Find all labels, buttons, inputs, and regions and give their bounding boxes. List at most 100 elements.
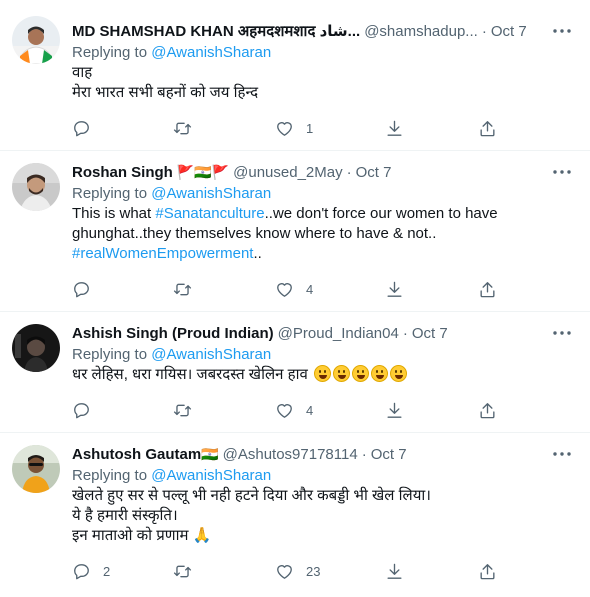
tweet-date[interactable]: Oct 7 — [356, 164, 392, 181]
mention-link[interactable]: @AwanishSharan — [151, 44, 271, 61]
tweet-text: धर लेहिस, धरा गयिस। जबरदस्त खेलिन हाव — [72, 365, 578, 385]
grinning-face-emoji — [314, 365, 331, 382]
replying-to: Replying to @AwanishSharan — [72, 344, 578, 365]
tweet[interactable]: Roshan Singh 🚩🇮🇳🚩 @unused_2May · Oct 7 R… — [0, 151, 590, 312]
emoji-group — [312, 365, 407, 383]
share-button[interactable] — [478, 116, 497, 140]
text-segment: .. — [253, 245, 262, 262]
replying-to: Replying to @AwanishSharan — [72, 465, 578, 486]
author-name[interactable]: Ashutosh Gautam — [72, 446, 201, 463]
share-button[interactable] — [478, 277, 497, 301]
share-button[interactable] — [478, 398, 497, 422]
separator-dot: · — [481, 22, 487, 40]
tweet-text: This is what #Sanatanculture..we don't f… — [72, 204, 578, 264]
tweet-actions: 2 23 — [72, 559, 590, 583]
replying-prefix: Replying to — [72, 185, 152, 202]
share-icon — [480, 402, 495, 418]
avatar[interactable] — [12, 163, 60, 211]
share-icon — [480, 120, 495, 136]
reply-button[interactable]: 2 — [72, 559, 110, 583]
mention-link[interactable]: @AwanishSharan — [151, 467, 271, 484]
heart-icon — [277, 564, 292, 579]
retweet-icon — [173, 565, 192, 577]
like-count: 4 — [306, 281, 314, 297]
more-horizontal-icon[interactable] — [552, 445, 572, 463]
download-button[interactable] — [385, 559, 404, 583]
download-button[interactable] — [385, 277, 404, 301]
author-name[interactable]: Ashish Singh (Proud Indian) — [72, 325, 274, 342]
author-handle[interactable]: @unused_2May — [233, 164, 342, 181]
replying-to: Replying to @AwanishSharan — [72, 42, 578, 63]
more-horizontal-icon[interactable] — [552, 324, 572, 342]
retweet-icon — [173, 283, 192, 295]
share-icon — [480, 563, 495, 579]
share-icon — [480, 281, 495, 297]
like-count: 4 — [306, 402, 314, 418]
text-line: खेलते हुए सर से पल्लू भी नही हटने दिया औ… — [72, 487, 431, 504]
heart-icon — [277, 403, 292, 418]
text-segment: ..we don't force our women to have — [264, 205, 498, 222]
tweet-date[interactable]: Oct 7 — [491, 23, 527, 40]
download-button[interactable] — [385, 116, 404, 140]
avatar[interactable] — [12, 16, 60, 64]
author-handle[interactable]: @shamshadup... — [364, 23, 478, 40]
like-button[interactable]: 4 — [275, 277, 313, 301]
replying-prefix: Replying to — [72, 467, 152, 484]
separator-dot: · — [346, 163, 352, 181]
retweet-button[interactable] — [173, 116, 204, 140]
heart-icon — [277, 282, 292, 297]
text-line: मेरा भारत सभी बहनों को जय हिन्द — [72, 84, 259, 101]
like-button[interactable]: 4 — [275, 398, 313, 422]
retweet-icon — [173, 122, 192, 134]
text-segment: This is what — [72, 205, 156, 222]
replying-to: Replying to @AwanishSharan — [72, 183, 578, 204]
retweet-button[interactable] — [173, 398, 204, 422]
like-count: 23 — [306, 563, 321, 579]
separator-dot: · — [402, 324, 408, 342]
reply-button[interactable] — [72, 277, 103, 301]
author-name[interactable]: Roshan Singh — [72, 164, 173, 181]
replying-prefix: Replying to — [72, 44, 152, 61]
tweet[interactable]: Ashutosh Gautam 🇮🇳 @Ashutos97178114 · Oc… — [0, 433, 590, 597]
avatar[interactable] — [12, 324, 60, 372]
replying-prefix: Replying to — [72, 346, 152, 363]
mention-link[interactable]: @AwanishSharan — [151, 185, 271, 202]
text-line: धर लेहिस, धरा गयिस। जबरदस्त खेलिन हाव — [72, 366, 308, 383]
tweet-actions: 4 — [72, 277, 590, 301]
tweet-actions: 4 — [72, 398, 590, 422]
like-button[interactable]: 1 — [275, 116, 313, 140]
tweet[interactable]: MD SHAMSHAD KHAN अहमदशमशाद شاد... @shams… — [0, 0, 590, 151]
tweet-text: खेलते हुए सर से पल्लू भी नही हटने दिया औ… — [72, 486, 578, 546]
grinning-face-emoji — [371, 365, 388, 382]
tweet-actions: 1 — [72, 116, 590, 140]
text-line: इन माताओ को प्रणाम 🙏 — [72, 527, 212, 544]
reply-button[interactable] — [72, 398, 103, 422]
hashtag-link[interactable]: #realWomenEmpowerment — [72, 245, 253, 262]
avatar[interactable] — [12, 445, 60, 493]
mention-link[interactable]: @AwanishSharan — [151, 346, 271, 363]
more-horizontal-icon[interactable] — [552, 22, 572, 40]
like-count: 1 — [306, 120, 314, 136]
grinning-face-emoji — [390, 365, 407, 382]
author-name[interactable]: MD SHAMSHAD KHAN अहमदशमशाद شاد... — [72, 21, 360, 41]
download-icon — [387, 402, 402, 418]
share-button[interactable] — [478, 559, 497, 583]
tweet-date[interactable]: Oct 7 — [371, 446, 407, 463]
reply-button[interactable] — [72, 116, 103, 140]
separator-dot: · — [361, 445, 367, 463]
download-icon — [387, 120, 402, 136]
tweet-date[interactable]: Oct 7 — [412, 325, 448, 342]
like-button[interactable]: 23 — [275, 559, 320, 583]
tweet[interactable]: Ashish Singh (Proud Indian) @Proud_India… — [0, 312, 590, 433]
hashtag-link[interactable]: #Sanatanculture — [155, 205, 264, 222]
retweet-button[interactable] — [173, 277, 204, 301]
reply-icon — [74, 120, 89, 136]
retweet-button[interactable] — [173, 559, 204, 583]
more-horizontal-icon[interactable] — [552, 163, 572, 181]
author-handle[interactable]: @Proud_Indian04 — [278, 325, 399, 342]
author-handle[interactable]: @Ashutos97178114 — [223, 446, 358, 463]
text-line: ये है हमारी संस्कृति। — [72, 507, 178, 524]
download-icon — [387, 563, 402, 579]
download-button[interactable] — [385, 398, 404, 422]
tweet-text: वाह मेरा भारत सभी बहनों को जय हिन्द — [72, 63, 578, 103]
